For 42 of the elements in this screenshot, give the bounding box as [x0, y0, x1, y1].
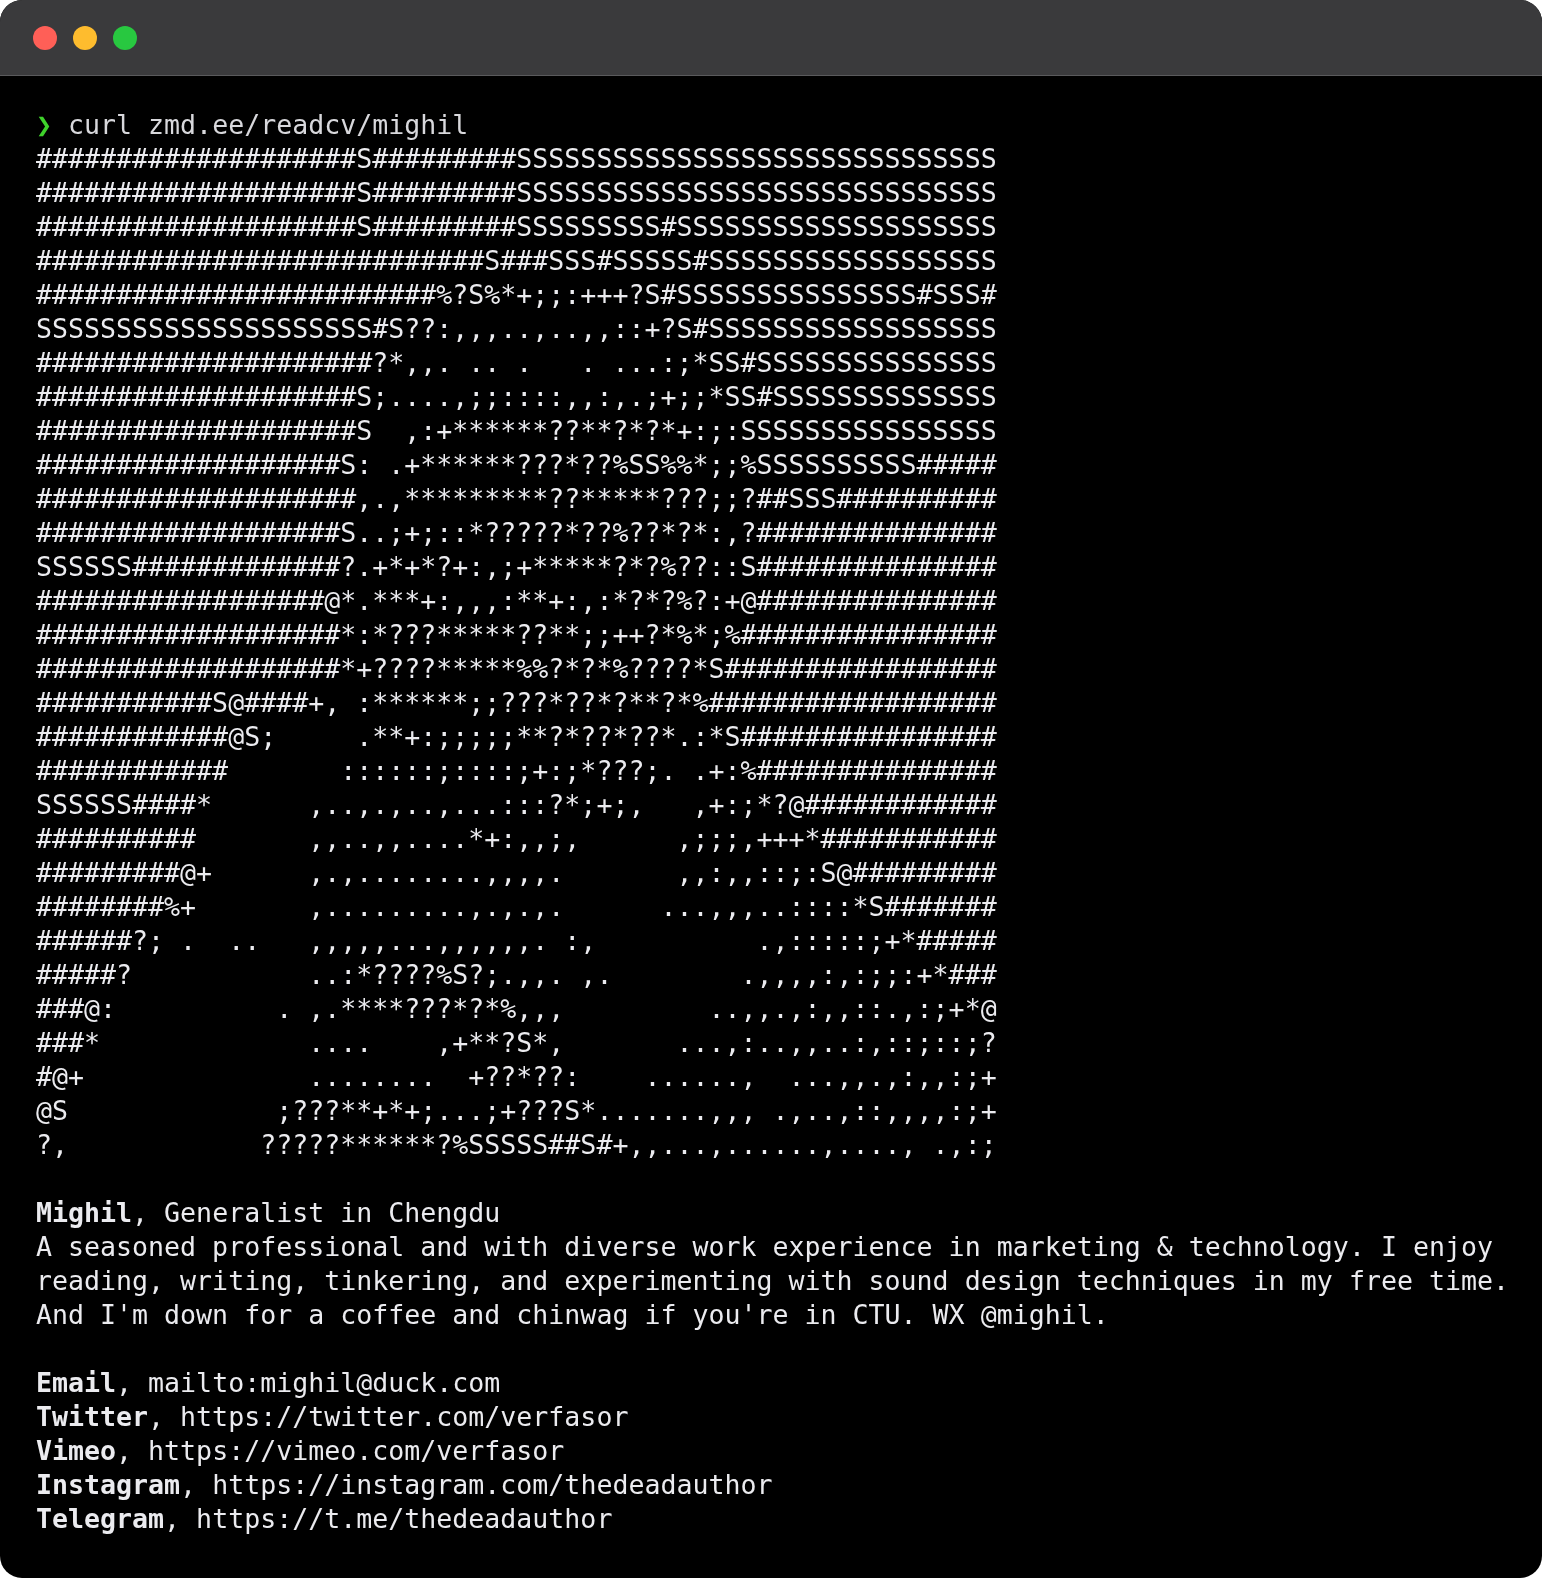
ascii-art-line: ####################S#########SSSSSSSSSSSSSSSSSSSSSSSSSSSSSS: [36, 142, 998, 176]
ascii-art-line: ############@S; .**+:;;;;;**?*??*??*.:*S################: [36, 720, 998, 754]
ascii-art-line: #####? ..:*????%S?;.,,. ,. .,,,,:,:;;:+*###: [36, 958, 998, 992]
prompt-symbol: ❯: [36, 109, 52, 140]
ascii-art-line: SSSSSS#############?.+*+*?+:,;+*****?*?%??::S###############: [36, 550, 998, 584]
ascii-art-line: ##################@*.***+:,,,:**+:,:*?*?%?:+@###############: [36, 584, 998, 618]
window-control-dot[interactable]: [33, 25, 57, 50]
ascii-art-line: ########%+ ,.........,.,.,. ...,,,..::::*S#######: [36, 890, 998, 924]
ascii-art-line: ######?; . .. ,,,,,...,,,,,,. :, .,:::::;+*#####: [36, 924, 998, 958]
ascii-art-line: ###################S: .+******???*??%SS%%*;;%SSSSSSSSSS#####: [36, 448, 998, 482]
ascii-art-line: ############ ::::::;::::;+:;*???;. .+:%###############: [36, 754, 998, 788]
ascii-art-line: ############################S###SSS#SSSSS#SSSSSSSSSSSSSSSSSS: [36, 244, 998, 278]
profile-headline: Mighil, Generalist in Chengdu: [36, 1196, 502, 1230]
contact-line: Instagram, https://instagram.com/thedeadauthor: [36, 1468, 774, 1502]
ascii-art-line: ###################*:*???*****??**;;++?*%*;%################: [36, 618, 998, 652]
ascii-art-line: #########################%?S%*+;;:+++?S#SSSSSSSSSSSSSSS#SSS#: [36, 278, 998, 312]
ascii-art-line: @S ;???**+*+;...;+???S*.......,,, .,..,::,,,,:;+: [36, 1094, 998, 1128]
ascii-art-line: ###################*+????*****%%?*?*%????*S#################: [36, 652, 998, 686]
ascii-art-line: ###################S..;+;::*?????*??%??*?*:,?###############: [36, 516, 998, 550]
profile-bio: A seasoned professional and with diverse work experience in marketing & technology. I enjoy reading, writing, tinkering, and experimenting with sound design techniques in my free time. And I'm down for a coffee and chinwag if you're in CTU. WX @mighil.: [36, 1230, 1510, 1332]
contact-line: Email, mailto:mighil@duck.com: [36, 1366, 502, 1400]
ascii-art-line: ###* .... ,+**?S*, ...,:..,,..:,::;::;?: [36, 1026, 998, 1060]
ascii-art-line: ###########S@####+, :******;;???*??*?**?*%##################: [36, 686, 998, 720]
ascii-art-line: ####################,.,*********??*****???;;?##SSS##########: [36, 482, 998, 516]
ascii-art-line: ####################S#########SSSSSSSSSSSSSSSSSSSSSSSSSSSSSS: [36, 176, 998, 210]
ascii-art-line: ?, ?????******?%SSSSS##S#+,,...,......,...., .,:;: [36, 1128, 998, 1162]
ascii-art-line: #@+ ........ +??*??: ......, ...,,.,:,,:;+: [36, 1060, 998, 1094]
ascii-art-line: ###@: . ,.****???*?*%,,, ..,,.,:,,::.,:;+*@: [36, 992, 998, 1026]
ascii-art-line: ####################S#########SSSSSSSSS#SSSSSSSSSSSSSSSSSSSS: [36, 210, 998, 244]
contact-line: Vimeo, https://vimeo.com/verfasor: [36, 1434, 566, 1468]
contact-line: Twitter, https://twitter.com/verfasor: [36, 1400, 630, 1434]
ascii-art-line: SSSSSS####* ,..,.,..,...:::?*;+;, ,+:;*?@############: [36, 788, 998, 822]
ascii-art-line: ####################S ,:+******??**?*?*+:;:SSSSSSSSSSSSSSSS: [36, 414, 998, 448]
window-control-dot[interactable]: [113, 25, 137, 50]
command-text: curl zmd.ee/readcv/mighil: [68, 109, 469, 140]
contact-line: Telegram, https://t.me/thedeadauthor: [36, 1502, 614, 1536]
ascii-art-line: ####################S;....,;;::::,,:,.;+;;*SS#SSSSSSSSSSSSSS: [36, 380, 998, 414]
ascii-art-line: SSSSSSSSSSSSSSSSSSSSS#S??:,,,..,..,,::+?S#SSSSSSSSSSSSSSSSSS: [36, 312, 998, 346]
ascii-art-line: #########@+ ,.,........,,,,. ,,:,,::;:S@#########: [36, 856, 998, 890]
ascii-art-line: ########## ,,..,,....*+:,,;, ,;;;,+++*###########: [36, 822, 998, 856]
ascii-art-line: #####################?*,,. .. . . ...:;*SS#SSSSSSSSSSSSSSS: [36, 346, 998, 380]
window-control-dot[interactable]: [73, 25, 97, 50]
